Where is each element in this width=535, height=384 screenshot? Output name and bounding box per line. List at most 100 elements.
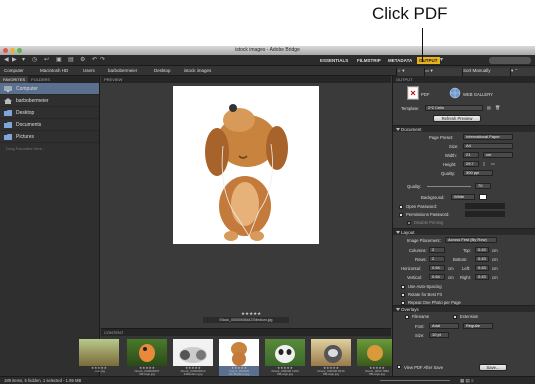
font-style-select[interactable]: Regular xyxy=(463,323,493,329)
rotate-label: Rotate for Best Fit xyxy=(408,292,442,297)
refine-icon[interactable]: ▤ xyxy=(68,57,74,64)
quality-slider[interactable] xyxy=(427,186,471,187)
extension-checkbox[interactable] xyxy=(453,315,457,319)
size-select[interactable]: A4 xyxy=(463,143,513,149)
horizontal-input[interactable]: 0.64 xyxy=(429,265,445,271)
window-title: istock images - Adobe Bridge xyxy=(235,47,300,53)
jpeg-quality-input[interactable]: 70 xyxy=(475,183,491,189)
thumbnail[interactable]: ★★★★★ iStock_000004567 33Large.jpg xyxy=(127,339,167,377)
delete-template-icon[interactable]: 🗑 xyxy=(495,105,500,111)
workspace-menu-icon[interactable]: ▾ xyxy=(440,57,443,64)
breadcrumb-computer[interactable]: Computer xyxy=(4,68,24,74)
permissions-password-checkbox[interactable] xyxy=(399,213,403,217)
top-input[interactable]: 0.43 xyxy=(475,247,489,253)
breadcrumb-user[interactable]: barbobermeier xyxy=(108,68,137,74)
workspace-output[interactable]: OUTPUT xyxy=(417,57,440,64)
document-section-header[interactable]: Document xyxy=(393,125,535,132)
left-input[interactable]: 0.43 xyxy=(475,265,489,271)
pdf-label[interactable]: PDF xyxy=(421,92,429,97)
breadcrumb-macintosh-hd[interactable]: Macintosh HD xyxy=(40,68,68,74)
template-select[interactable]: 2*2 Cells xyxy=(425,105,483,111)
font-select[interactable]: Arial xyxy=(429,323,459,329)
workspace-filmstrip[interactable]: FILMSTRIP xyxy=(357,57,381,64)
document-section: Page Preset: International Paper Size: A… xyxy=(393,132,535,228)
layout-section-header[interactable]: Layout xyxy=(393,228,535,235)
view-pdf-checkbox[interactable] xyxy=(397,365,401,369)
thumbnail[interactable]: ★★★★★ iStock_000004813 34Medium.jpg xyxy=(173,339,213,377)
thumbnail[interactable]: ★★★★★ ...ium.jpg xyxy=(79,339,119,377)
thumbnail-size-slider[interactable] xyxy=(380,380,450,381)
image-placement-select[interactable]: Across First (By Row) xyxy=(445,237,497,243)
favorite-user-home[interactable]: barbobermeier xyxy=(0,95,99,107)
rotate-checkbox[interactable] xyxy=(401,293,405,297)
zoom-window-button[interactable] xyxy=(17,48,22,53)
breadcrumb-desktop[interactable]: Desktop xyxy=(154,68,171,74)
permissions-password-input[interactable] xyxy=(465,211,505,217)
pdf-button[interactable] xyxy=(407,86,419,100)
rows-input[interactable]: 2 xyxy=(429,256,445,262)
tab-favorites[interactable]: FAVORITES xyxy=(0,76,29,83)
rotate-left-icon[interactable]: ↶ xyxy=(92,57,97,64)
auto-spacing-checkbox[interactable] xyxy=(401,285,405,289)
columns-input[interactable]: 2 xyxy=(429,247,445,253)
search-input[interactable] xyxy=(489,57,531,64)
unit-label: cm xyxy=(448,266,454,271)
favorite-computer[interactable]: Computer xyxy=(0,83,99,95)
favorite-documents[interactable]: Documents xyxy=(0,119,99,131)
output-footer: View PDF After Save Save... xyxy=(393,363,535,373)
width-input[interactable]: 21 xyxy=(463,152,479,158)
background-select[interactable]: White xyxy=(451,194,475,200)
font-size-label: Size: xyxy=(415,333,425,338)
web-gallery-button[interactable] xyxy=(449,87,461,99)
landscape-icon[interactable]: ▭ xyxy=(491,161,495,166)
forward-arrow-icon[interactable]: ▶ xyxy=(12,57,17,64)
preview-image[interactable] xyxy=(173,86,319,244)
unit-select[interactable]: cm xyxy=(483,152,513,158)
quality-select[interactable]: 300 ppi xyxy=(463,170,493,176)
favorite-pictures[interactable]: Pictures xyxy=(0,131,99,143)
tab-folders[interactable]: FOLDERS xyxy=(28,76,53,83)
thumbnail-selected[interactable]: ★★★★★ iStock_000005 437Medium.jpg xyxy=(219,339,259,377)
view-mode-icons[interactable]: ▦ ▤ ≡ xyxy=(460,378,474,384)
overlays-section: Filename Extension Font: Arial Regular S… xyxy=(393,312,535,352)
favorite-desktop[interactable]: Desktop xyxy=(0,107,99,119)
minimize-window-button[interactable] xyxy=(10,48,15,53)
favorite-label: Documents xyxy=(16,122,42,128)
computer-icon xyxy=(4,86,12,92)
unit-label: cm xyxy=(492,275,498,280)
background-color-swatch[interactable] xyxy=(479,194,487,200)
folder-icon xyxy=(4,134,12,140)
web-gallery-label[interactable]: WEB GALLERY xyxy=(463,92,493,97)
thumbnail[interactable]: ★★★★★ iStock_000006 8316 89Large.jpg xyxy=(311,339,351,377)
breadcrumb-istock-images[interactable]: istock images xyxy=(184,68,211,74)
page-preset-select[interactable]: International Paper xyxy=(463,134,513,140)
font-size-select[interactable]: 10 pt xyxy=(429,332,449,338)
overlays-section-header[interactable]: Overlays xyxy=(393,305,535,312)
boomerang-icon[interactable]: ↩ xyxy=(44,57,49,64)
breadcrumb-users[interactable]: Users xyxy=(83,68,95,74)
workspace-metadata[interactable]: METADATA xyxy=(388,57,412,64)
camera-icon[interactable]: ▣ xyxy=(56,57,62,64)
window-controls xyxy=(3,48,22,53)
close-window-button[interactable] xyxy=(3,48,8,53)
rotate-right-icon[interactable]: ↷ xyxy=(100,57,105,64)
open-recent-icon[interactable]: ⚙ xyxy=(80,57,85,64)
thumbnail[interactable]: ★★★★★ iStock_0000 7860 85Large.jpg xyxy=(357,339,397,377)
workspace-essentials[interactable]: ESSENTIALS xyxy=(320,57,348,64)
recent-icon[interactable]: ◷ xyxy=(32,57,37,64)
save-button[interactable]: Save... xyxy=(479,364,507,371)
portrait-icon[interactable]: ▯ xyxy=(483,161,485,166)
filename-checkbox[interactable] xyxy=(405,315,409,319)
refresh-preview-button[interactable]: Refresh Preview xyxy=(433,115,481,122)
open-password-input[interactable] xyxy=(465,203,505,209)
open-password-checkbox[interactable] xyxy=(399,205,403,209)
thumbnail[interactable]: ★★★★★ iStock_000006 1304 99Large.jpg xyxy=(265,339,305,377)
folder-up-icon[interactable]: ▾ xyxy=(22,57,25,64)
vertical-input[interactable]: 0.64 xyxy=(429,274,445,280)
save-template-icon[interactable]: ▤ xyxy=(487,105,491,110)
right-input[interactable]: 0.43 xyxy=(475,274,489,280)
back-arrow-icon[interactable]: ◀ xyxy=(4,57,9,64)
disable-printing-checkbox[interactable] xyxy=(407,221,411,225)
height-input[interactable]: 29.7 xyxy=(463,161,479,167)
bottom-input[interactable]: 0.43 xyxy=(475,256,489,262)
